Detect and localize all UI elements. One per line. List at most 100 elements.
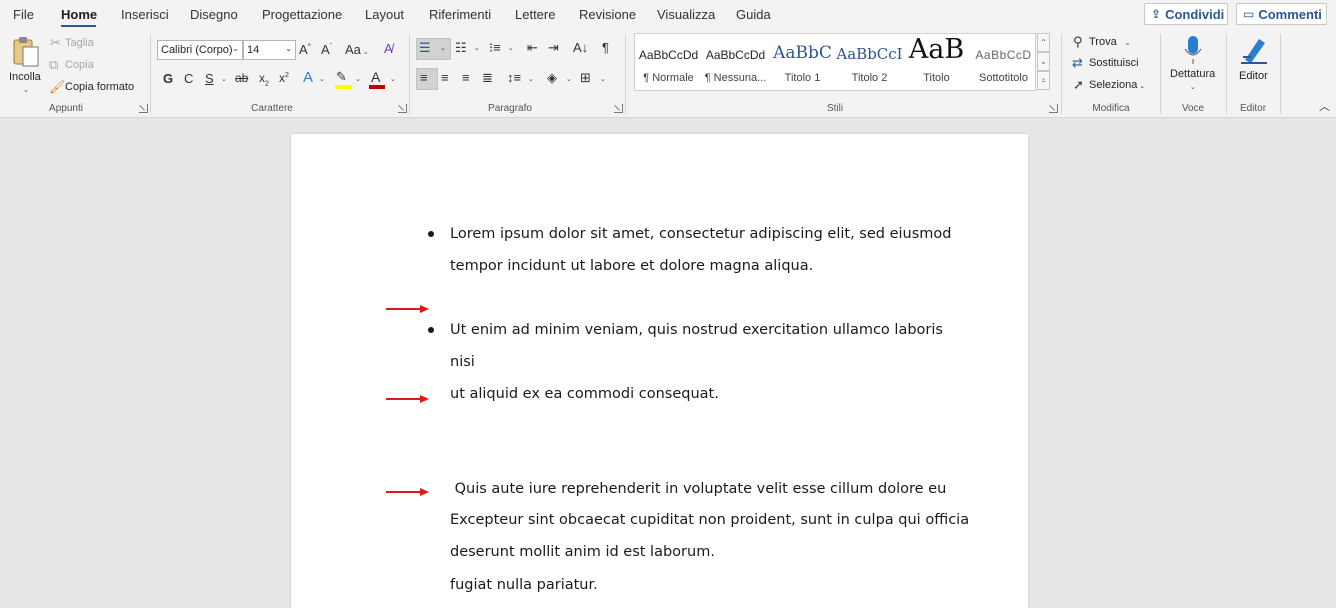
divider (625, 34, 626, 114)
tab-mailings[interactable]: Lettere (515, 7, 555, 22)
line-spacing-icon[interactable]: ↕≡ (507, 71, 521, 84)
select-label: Seleziona (1089, 79, 1138, 91)
strikethrough-button[interactable]: ab (235, 72, 248, 84)
italic-button[interactable]: C (184, 72, 193, 85)
tab-review[interactable]: Revisione (579, 7, 636, 22)
style-heading-2[interactable]: AaBbCcI Titolo 2 (836, 34, 903, 90)
scissors-icon: ✂ (50, 35, 61, 50)
style-heading-1[interactable]: AaBbC Titolo 1 (769, 34, 836, 90)
paragraph-launcher-icon[interactable] (614, 104, 623, 113)
style-title[interactable]: AaB Titolo (903, 34, 970, 90)
styles-launcher-icon[interactable] (1049, 104, 1058, 113)
multilevel-list-icon[interactable]: ⁝≡ (489, 41, 501, 54)
chevron-down-icon: ⌄ (528, 76, 534, 83)
paragraph-line: fugiat nulla pariatur. (450, 577, 598, 593)
share-button[interactable]: ⇪ Condividi (1144, 3, 1228, 25)
chevron-down-icon: ⌄ (355, 76, 361, 83)
gallery-scroll-up[interactable]: ⌃ (1037, 33, 1050, 52)
paragraph-line: Excepteur sint obcaecat cupiditat non pr… (450, 512, 970, 528)
editor-button[interactable]: Editor (1233, 34, 1275, 94)
share-icon: ⇪ (1151, 7, 1162, 21)
divider (1280, 34, 1281, 114)
style-normal[interactable]: AaBbCcDd ¶ Normale (635, 34, 702, 90)
bullet-icon (428, 327, 434, 333)
decrease-indent-icon[interactable]: ⇤ (527, 41, 538, 54)
style-name: Titolo (923, 72, 950, 84)
tab-draw[interactable]: Disegno (190, 7, 238, 22)
change-case-button[interactable]: Aa ⌄ (345, 43, 369, 56)
paste-button[interactable]: Incolla ⌄ (6, 34, 44, 96)
editor-pen-icon (1241, 39, 1267, 64)
format-painter-icon: 🖌 (49, 79, 66, 94)
underline-button[interactable]: S (205, 72, 214, 85)
chevron-down-icon: ⌄ (285, 44, 292, 53)
subscript-icon[interactable]: x2 (259, 72, 269, 88)
find-label: Trova (1089, 36, 1117, 48)
tab-layout[interactable]: Layout (365, 7, 404, 22)
paragraph[interactable]: Lorem ipsum dolor sit amet, consectetur … (450, 218, 970, 282)
replace-icon: ⇄ (1072, 55, 1083, 70)
select-button[interactable]: Seleziona ⌄ (1089, 79, 1145, 91)
format-painter-button[interactable]: Copia formato (65, 81, 134, 93)
tab-insert[interactable]: Inserisci (121, 7, 169, 22)
comments-label: Commenti (1258, 6, 1322, 22)
bullets-icon[interactable]: ☰ (419, 41, 431, 54)
borders-icon[interactable]: ⊞ (580, 71, 591, 84)
copy-button[interactable]: Copia (65, 59, 94, 71)
highlight-icon[interactable]: ✎ (336, 70, 347, 83)
divider (150, 34, 151, 114)
style-subtitle[interactable]: AaBbCcD Sottotitolo (970, 34, 1037, 90)
comments-button[interactable]: ▭ Commenti (1236, 3, 1327, 25)
cut-button[interactable]: Taglia (65, 37, 94, 49)
group-label-paragraph: Paragrafo (488, 103, 532, 114)
chevron-down-icon: ⌄ (232, 44, 239, 53)
sort-icon[interactable]: A↓ (573, 41, 588, 54)
clipboard-launcher-icon[interactable] (139, 104, 148, 113)
style-sample: AaBbCcDd (638, 48, 699, 62)
numbering-icon[interactable]: ☷ (455, 41, 467, 54)
gallery-more[interactable]: ⩡ (1037, 71, 1050, 90)
gallery-scroll-down[interactable]: ⌄ (1037, 52, 1050, 71)
divider (409, 34, 410, 114)
text-effects-icon[interactable]: A (303, 70, 313, 85)
tab-view[interactable]: Visualizza (657, 7, 715, 22)
style-name: ¶ Nessuna... (704, 72, 767, 84)
group-label-styles: Stili (826, 103, 844, 114)
chevron-down-icon: ⌄ (1190, 84, 1196, 91)
shrink-font-icon[interactable]: Aˇ (321, 43, 332, 56)
align-center-icon[interactable]: ≡ (441, 71, 449, 84)
pilcrow-icon[interactable]: ¶ (602, 41, 609, 54)
style-no-spacing[interactable]: AaBbCcDd ¶ Nessuna... (702, 34, 769, 90)
superscript-icon[interactable]: x2 (279, 72, 289, 84)
bold-button[interactable]: G (163, 72, 173, 85)
red-arrow-icon (386, 395, 429, 403)
tab-design[interactable]: Progettazione (262, 7, 342, 22)
find-button[interactable]: Trova ⌄ (1089, 36, 1131, 48)
tab-help[interactable]: Guida (736, 7, 771, 22)
group-label-editing: Modifica (1092, 103, 1130, 114)
style-name: Titolo 2 (851, 72, 888, 84)
justify-icon[interactable]: ≣ (482, 71, 493, 84)
divider (1160, 34, 1161, 114)
align-left-icon[interactable]: ≡ (420, 71, 428, 84)
font-launcher-icon[interactable] (398, 104, 407, 113)
grow-font-icon[interactable]: A^ (299, 43, 311, 56)
tab-file[interactable]: File (13, 7, 34, 22)
shading-icon[interactable]: ◈ (547, 71, 557, 84)
tab-home[interactable]: Home (61, 7, 97, 22)
collapse-ribbon-icon[interactable]: ︿ (1319, 102, 1330, 113)
font-family-select[interactable]: Calibri (Corpo) ⌄ (157, 40, 243, 60)
clear-formatting-icon[interactable]: A̸ (384, 42, 393, 55)
increase-indent-icon[interactable]: ⇥ (548, 41, 559, 54)
align-right-icon[interactable]: ≡ (462, 71, 470, 84)
chevron-down-icon: ⌄ (474, 45, 480, 52)
font-size-select[interactable]: 14 ⌄ (243, 40, 296, 60)
paragraph[interactable]: Excepteur sint obcaecat cupiditat non pr… (450, 504, 970, 568)
tab-references[interactable]: Riferimenti (429, 7, 491, 22)
replace-button[interactable]: Sostituisci (1089, 57, 1139, 69)
paragraph[interactable]: Ut enim ad minim veniam, quis nostrud ex… (450, 314, 970, 410)
styles-gallery: AaBbCcDd ¶ Normale AaBbCcDd ¶ Nessuna...… (634, 33, 1036, 91)
dictate-button[interactable]: Dettatura ⌄ (1166, 34, 1220, 98)
font-color-icon[interactable]: A (371, 70, 380, 84)
menu-bar: File Home Inserisci Disegno Progettazion… (0, 0, 1336, 30)
